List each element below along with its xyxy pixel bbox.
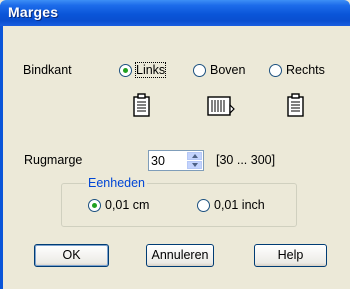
gutter-range: [30 ... 300]: [216, 153, 276, 167]
cancel-button[interactable]: Annuleren: [146, 244, 214, 267]
gutter-label: Rugmarge: [24, 153, 83, 167]
radio-rechts-label[interactable]: Rechts: [286, 63, 325, 77]
chevron-down-icon: [192, 163, 198, 167]
title-bar[interactable]: Marges: [0, 0, 350, 26]
help-button[interactable]: Help: [254, 244, 327, 267]
document-top-binding-icon: [207, 96, 235, 116]
chevron-up-icon: [192, 154, 198, 158]
units-legend: Eenheden: [86, 176, 148, 190]
radio-inch[interactable]: [197, 199, 210, 212]
ok-button[interactable]: OK: [34, 244, 109, 267]
gutter-input[interactable]: [151, 153, 181, 168]
radio-cm-label[interactable]: 0,01 cm: [105, 198, 149, 212]
window-title: Marges: [8, 4, 59, 20]
binding-label: Bindkant: [23, 63, 72, 77]
gutter-spinbox[interactable]: [148, 150, 204, 171]
radio-boven-label[interactable]: Boven: [210, 63, 245, 77]
document-right-binding-icon: [287, 93, 304, 117]
radio-rechts[interactable]: [269, 64, 282, 77]
spin-up-button[interactable]: [187, 152, 202, 160]
radio-links[interactable]: [119, 64, 132, 77]
radio-boven[interactable]: [193, 64, 206, 77]
radio-links-label[interactable]: Links: [134, 62, 167, 78]
document-left-binding-icon: [133, 93, 150, 117]
radio-inch-label[interactable]: 0,01 inch: [214, 198, 265, 212]
radio-cm[interactable]: [88, 199, 101, 212]
spin-down-button[interactable]: [187, 161, 202, 169]
